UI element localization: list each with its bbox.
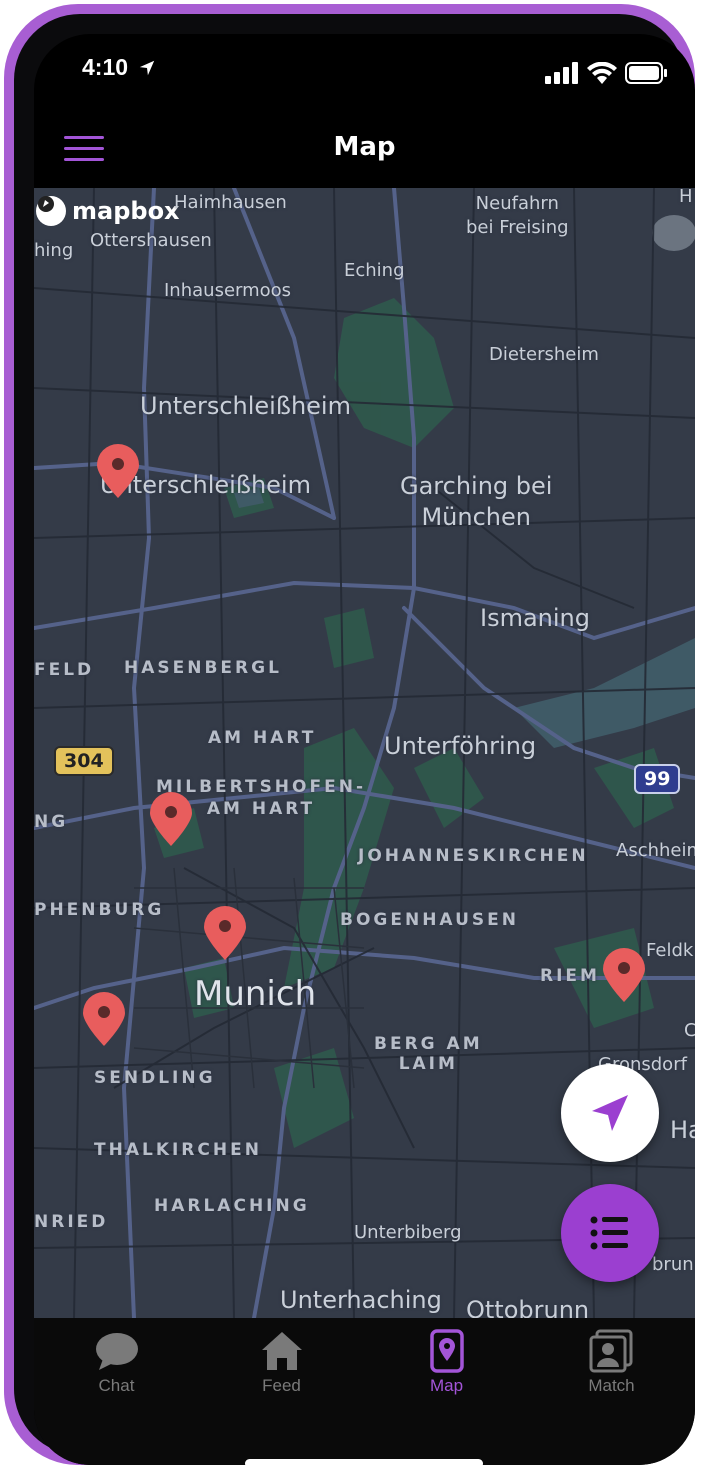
map-label-bogenhausen: BOGENHAUSEN	[340, 910, 519, 930]
map-label-feld: FELD	[34, 660, 95, 680]
mapbox-logo[interactable]: mapbox	[36, 194, 180, 228]
tab-match[interactable]: Match	[529, 1328, 694, 1408]
map-label-haimhausen: Haimhausen	[174, 192, 287, 213]
map-label-ha: Ha	[670, 1116, 695, 1144]
map-pin-marker[interactable]	[148, 792, 194, 848]
map-label-sendling: SENDLING	[94, 1068, 216, 1088]
map-label-hing: hing	[34, 240, 74, 261]
home-indicator[interactable]	[245, 1459, 483, 1465]
list-icon	[590, 1216, 628, 1250]
status-time: 4:10	[82, 54, 156, 81]
signal-icon	[545, 62, 578, 84]
home-icon	[199, 1328, 364, 1374]
map-label-ismaning: Ismaning	[480, 604, 590, 632]
map-label-harlaching: HARLACHING	[154, 1196, 310, 1216]
map-label-am-hart: AM HART	[208, 728, 317, 748]
status-indicators	[545, 62, 667, 86]
map-label-eching: Eching	[344, 260, 405, 281]
map-label-munich: Munich	[194, 974, 317, 1014]
tab-chat[interactable]: Chat	[34, 1328, 199, 1408]
map-label-ottershausen: Ottershausen	[90, 230, 212, 251]
map-label-run: brun	[652, 1254, 694, 1275]
map-label-johanneskirchen: JOHANNESKIRCHEN	[358, 846, 589, 866]
tab-label: Match	[588, 1376, 635, 1395]
map-label-dietersheim: Dietersheim	[489, 344, 599, 365]
chat-bubble-icon	[34, 1328, 199, 1374]
road-shield-a99: 99	[634, 764, 681, 794]
map-pin-marker[interactable]	[601, 948, 647, 1004]
locate-me-button[interactable]	[561, 1064, 659, 1162]
map-label-unterbiberg: Unterbiberg	[354, 1222, 462, 1243]
status-bar: 4:10	[34, 34, 695, 114]
map-label-edge-c: C	[684, 1020, 695, 1041]
tab-label: Chat	[98, 1376, 135, 1395]
map-label-feldk: Feldk	[646, 940, 694, 961]
map-label-garching: Garching bei München	[400, 472, 553, 531]
map-label-aschheim: Aschheim	[616, 840, 695, 861]
location-arrow-icon	[140, 60, 155, 76]
app-bar: Map	[34, 114, 695, 188]
bottom-tab-bar: Chat Feed Map Match	[34, 1318, 695, 1465]
map-pin-icon	[364, 1328, 529, 1374]
map-label-ng: NG	[34, 812, 69, 832]
tab-map[interactable]: Map	[364, 1328, 529, 1408]
battery-icon	[625, 62, 667, 84]
device-frame: 4:10 Map mapbox Haimhausen Neufahrn bei …	[4, 4, 695, 1465]
map-pin-marker[interactable]	[95, 444, 141, 500]
map-label-berg-am-laim: BERG AM LAIM	[374, 1034, 483, 1074]
device-bezel: 4:10 Map mapbox Haimhausen Neufahrn bei …	[14, 14, 695, 1465]
mapbox-logo-icon	[36, 196, 66, 226]
map-pin-marker[interactable]	[202, 906, 248, 962]
map-label-hasenbergl: HASENBERGL	[124, 658, 282, 678]
map-label-neufahrn: Neufahrn bei Freising	[466, 193, 569, 238]
map-pin-marker[interactable]	[81, 992, 127, 1048]
map-label-inhausermoos: Inhausermoos	[164, 280, 292, 301]
phone-screen: 4:10 Map mapbox Haimhausen Neufahrn bei …	[34, 34, 695, 1465]
mapbox-logo-text: mapbox	[72, 197, 180, 225]
navigation-arrow-icon	[592, 1095, 628, 1131]
map-label-unterschleissheim-top: Unterschleißheim	[140, 392, 351, 420]
contact-card-icon	[529, 1328, 694, 1374]
map-label-ottobrunn: Ottobrunn	[466, 1296, 590, 1318]
tab-label: Map	[429, 1376, 464, 1395]
map-label-edge-h: H	[679, 188, 693, 207]
map-label-unterhaching: Unterhaching	[280, 1286, 442, 1314]
list-view-button[interactable]	[561, 1184, 659, 1282]
map-label-nried: NRIED	[34, 1212, 109, 1232]
tab-feed[interactable]: Feed	[199, 1328, 364, 1408]
map-label-phenburg: PHENBURG	[34, 900, 165, 920]
wifi-icon	[587, 62, 617, 84]
tab-label: Feed	[262, 1376, 301, 1395]
map-label-riem: RIEM	[540, 966, 600, 986]
map-label-thalkirchen: THALKIRCHEN	[94, 1140, 262, 1160]
page-title: Map	[333, 132, 396, 162]
map-label-unterfoehring: Unterföhring	[384, 732, 537, 760]
road-shield-b304: 304	[54, 746, 114, 776]
